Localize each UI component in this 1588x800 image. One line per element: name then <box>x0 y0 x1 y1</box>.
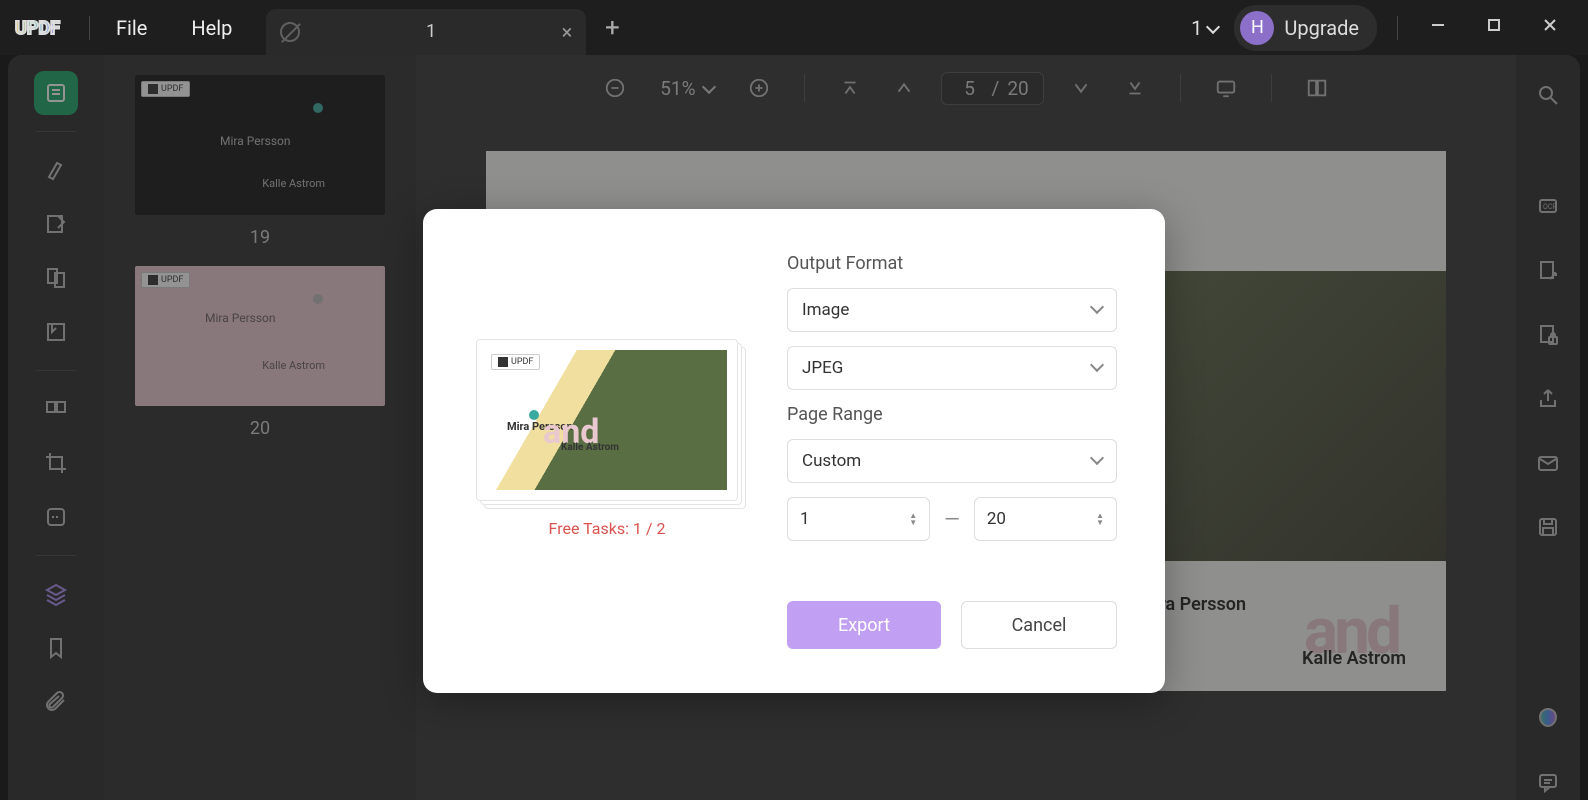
svg-text:UPDF: UPDF <box>15 18 60 39</box>
close-window-button[interactable] <box>1530 17 1570 38</box>
export-dialog: UPDF Mira Persson and Kalle Astrom Free … <box>423 209 1165 693</box>
window-counter[interactable]: 1 <box>1191 16 1218 40</box>
preview-thumbnail: UPDF Mira Persson and Kalle Astrom <box>476 339 738 501</box>
avatar: H <box>1240 11 1274 45</box>
cancel-button[interactable]: Cancel <box>961 601 1117 649</box>
range-from-value: 1 <box>800 509 810 529</box>
titlebar: UPDF File Help 1 × + 1 H Upgrade <box>0 0 1588 55</box>
format-select[interactable]: Image <box>787 288 1117 332</box>
chevron-down-icon <box>1092 358 1102 378</box>
modal-overlay: UPDF Mira Persson and Kalle Astrom Free … <box>8 55 1580 800</box>
range-value: Custom <box>802 451 861 471</box>
spinner-icon[interactable]: ▲▼ <box>909 512 917 526</box>
menu-file[interactable]: File <box>94 16 169 40</box>
close-tab-icon[interactable]: × <box>562 20 573 44</box>
page-range-label: Page Range <box>787 404 1117 425</box>
type-select[interactable]: JPEG <box>787 346 1117 390</box>
range-to-input[interactable]: 20 ▲▼ <box>974 497 1117 541</box>
app-logo: UPDF <box>0 16 85 40</box>
minimize-button[interactable] <box>1418 17 1458 38</box>
counter-value: 1 <box>1191 16 1202 40</box>
separator <box>1397 16 1398 40</box>
range-select[interactable]: Custom <box>787 439 1117 483</box>
output-format-label: Output Format <box>787 253 1117 274</box>
tabs: 1 × + <box>266 0 632 55</box>
free-tasks-label: Free Tasks: 1 / 2 <box>549 519 666 538</box>
separator <box>89 16 90 40</box>
new-tab-button[interactable]: + <box>592 13 632 43</box>
format-value: Image <box>802 300 849 320</box>
range-from-input[interactable]: 1 ▲▼ <box>787 497 930 541</box>
chevron-down-icon <box>1208 16 1218 40</box>
document-icon <box>280 22 300 42</box>
tab-title: 1 <box>310 21 551 42</box>
range-to-value: 20 <box>987 509 1006 529</box>
type-value: JPEG <box>802 358 843 378</box>
decorative-dot <box>529 410 539 420</box>
spinner-icon[interactable]: ▲▼ <box>1096 512 1104 526</box>
chevron-down-icon <box>1092 451 1102 471</box>
maximize-button[interactable] <box>1474 17 1514 38</box>
upgrade-button[interactable]: H Upgrade <box>1234 5 1377 51</box>
preview-text: Kalle Astrom <box>561 442 619 453</box>
tab-document[interactable]: 1 × <box>266 9 586 55</box>
chevron-down-icon <box>1092 300 1102 320</box>
range-dash: — <box>944 507 960 531</box>
upgrade-label: Upgrade <box>1284 16 1359 40</box>
menu-help[interactable]: Help <box>169 16 254 40</box>
export-button[interactable]: Export <box>787 601 941 649</box>
updf-badge: UPDF <box>491 354 540 370</box>
